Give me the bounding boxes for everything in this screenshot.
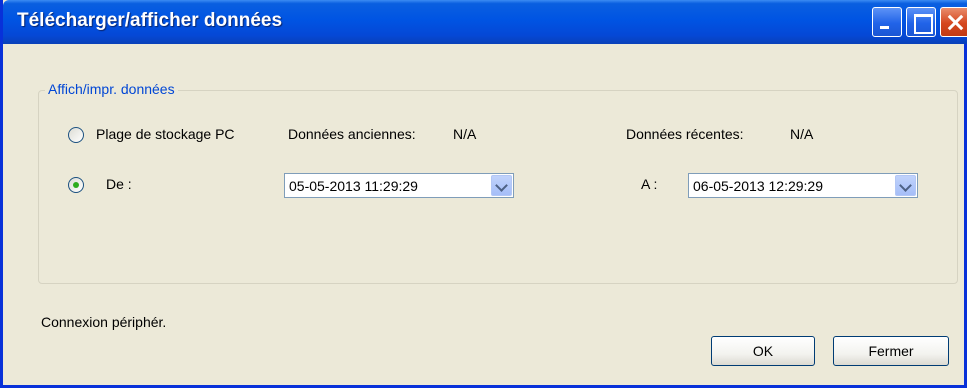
close-window-button[interactable] (940, 7, 967, 37)
recent-data-value: N/A (790, 126, 814, 142)
minimize-button[interactable] (872, 7, 902, 37)
from-date-dropdown[interactable]: 05-05-2013 11:29:29 (284, 173, 514, 198)
storage-range-radio[interactable] (68, 127, 84, 143)
ok-button[interactable]: OK (711, 336, 815, 366)
old-data-value: N/A (453, 126, 477, 142)
old-data-label: Données anciennes: (288, 126, 416, 142)
groupbox-legend: Affich/impr. données (45, 81, 178, 97)
chevron-down-icon[interactable] (895, 175, 916, 196)
dialog-window: Télécharger/afficher données Affich/impr… (0, 0, 967, 388)
title-bar[interactable]: Télécharger/afficher données (3, 0, 967, 44)
from-date-value: 05-05-2013 11:29:29 (289, 178, 418, 194)
chevron-down-icon[interactable] (491, 175, 512, 196)
recent-data-label: Données récentes: (626, 126, 744, 142)
window-title: Télécharger/afficher données (17, 10, 283, 31)
status-text: Connexion périphér. (41, 314, 167, 330)
to-label: A : (641, 176, 658, 192)
to-date-value: 06-05-2013 12:29:29 (693, 178, 823, 194)
to-date-dropdown[interactable]: 06-05-2013 12:29:29 (688, 173, 918, 198)
from-radio[interactable] (68, 177, 84, 193)
fermer-button[interactable]: Fermer (833, 336, 949, 366)
from-label: De : (106, 176, 132, 192)
maximize-button[interactable] (906, 7, 936, 37)
storage-range-label: Plage de stockage PC (96, 126, 235, 142)
